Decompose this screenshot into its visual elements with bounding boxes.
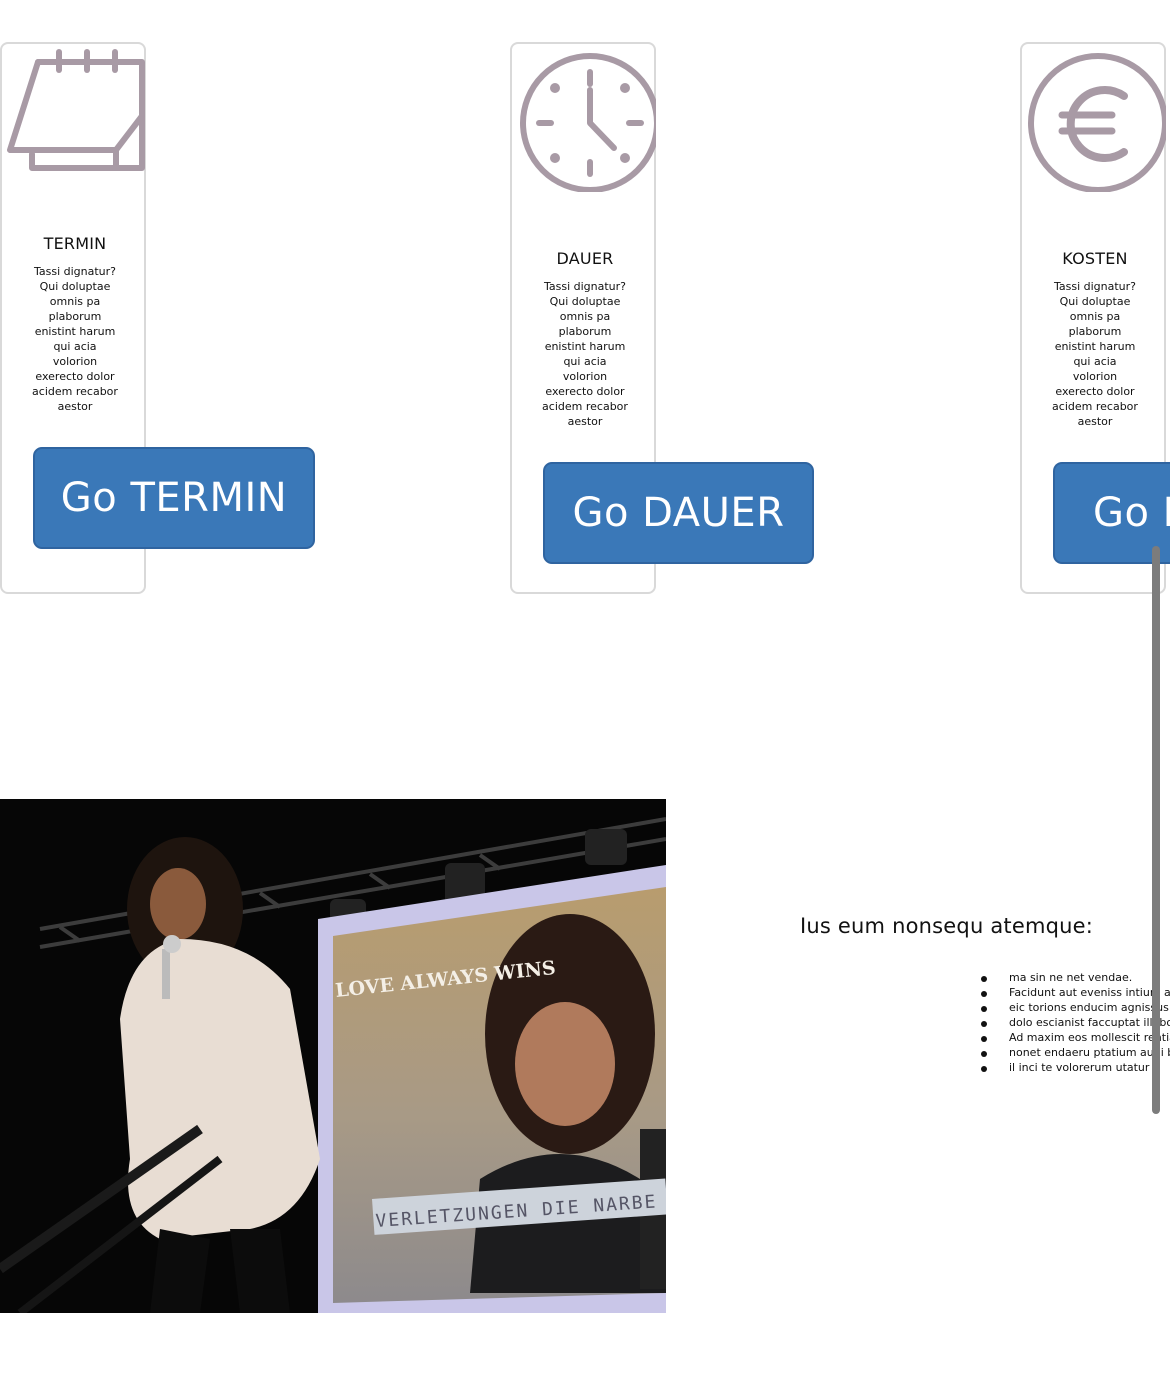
list-item: Ad maxim eos mollescit rentiae bbox=[980, 1030, 1170, 1045]
card-description: Tassi dignatur? Qui doluptae omnis pa plab… bbox=[1052, 280, 1138, 428]
card-title: DAUER bbox=[556, 249, 614, 268]
clock-icon bbox=[520, 53, 656, 192]
list-item: eic torions enducim agnissus m bbox=[980, 1000, 1170, 1015]
vertical-scrollbar[interactable] bbox=[1152, 546, 1160, 1114]
card-description: Tassi dignatur? Qui doluptae omnis pa plab… bbox=[542, 280, 628, 428]
list-item: Facidunt aut eveniss intium alis bbox=[980, 985, 1170, 1000]
card-title: TERMIN bbox=[43, 234, 107, 253]
card-description: Tassi dignatur? Qui doluptae omnis pa plab… bbox=[32, 265, 118, 413]
calendar-icon bbox=[7, 49, 145, 171]
stage-photo-illustration: LOVE ALWAYS WINS VERLETZUNGEN DIE NARBE bbox=[0, 799, 666, 1313]
list-item: il inci te volorerum utatur bbox=[980, 1060, 1170, 1075]
go-termin-button[interactable]: Go TERMIN bbox=[33, 447, 315, 549]
event-photo: LOVE ALWAYS WINS VERLETZUNGEN DIE NARBE bbox=[0, 799, 666, 1313]
bullet-list: ma sin ne net vendae. Facidunt aut eveni… bbox=[980, 970, 1170, 1075]
list-item: ma sin ne net vendae. bbox=[980, 970, 1170, 985]
list-heading: Ius eum nonsequ atemque: bbox=[800, 914, 1094, 938]
euro-icon bbox=[1028, 53, 1166, 192]
list-item: nonet endaeru ptatium audi bl bbox=[980, 1045, 1170, 1060]
card-title: KOSTEN bbox=[1062, 249, 1128, 268]
go-dauer-button[interactable]: Go DAUER bbox=[543, 462, 814, 564]
list-item: dolo escianist faccuptat illabo. bbox=[980, 1015, 1170, 1030]
